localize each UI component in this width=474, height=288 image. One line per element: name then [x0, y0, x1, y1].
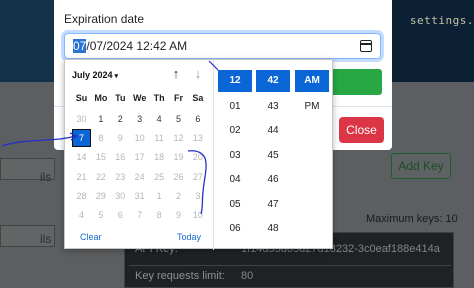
period-column: AM PM	[295, 70, 329, 119]
day-cell[interactable]: 13	[189, 130, 206, 146]
day-cell[interactable]: 20	[189, 149, 206, 165]
day-cell[interactable]: 9	[112, 130, 129, 146]
day-cell[interactable]: 2	[170, 188, 187, 204]
hour-option[interactable]: 03	[218, 144, 252, 169]
weekday-header: Th	[153, 93, 165, 103]
selected-day-cell[interactable]: 7	[72, 129, 91, 148]
day-cell[interactable]: 12	[170, 130, 187, 146]
month-label: July 2024	[72, 70, 113, 80]
minute-option[interactable]: 45	[256, 144, 290, 169]
add-key-button[interactable]: Add Key	[391, 153, 451, 179]
hour-option[interactable]: 05	[218, 193, 252, 218]
day-cell[interactable]: 22	[92, 169, 109, 185]
calendar-panel: July 2024 ▾ ↑ ↓ Clear Today Su Mo Tu We Th Fr S…	[65, 60, 213, 250]
day-cell[interactable]: 4	[151, 111, 168, 127]
day-cell[interactable]: 4	[73, 207, 90, 223]
next-month-arrow-icon[interactable]: ↓	[191, 66, 205, 82]
day-cell[interactable]: 31	[131, 188, 148, 204]
day-cell[interactable]: 7	[131, 207, 148, 223]
weekday-header: Su	[75, 93, 88, 103]
hour-column: 12 01 02 03 04 05 06	[218, 70, 252, 242]
day-cell[interactable]: 21	[73, 169, 90, 185]
day-cell[interactable]: 2	[112, 111, 129, 127]
day-cell[interactable]: 5	[170, 111, 187, 127]
max-keys-text: Maximum keys: 10	[366, 213, 458, 225]
date-input-selected-segment: 07	[73, 39, 87, 53]
left-select-1-label: ils	[40, 170, 52, 184]
day-cell[interactable]: 27	[189, 169, 206, 185]
clear-button[interactable]: Clear	[80, 232, 102, 242]
minute-option[interactable]: 47	[256, 193, 290, 218]
header-text: settings.	[409, 14, 474, 27]
day-cell[interactable]: 30	[112, 188, 129, 204]
day-cell[interactable]: 15	[92, 149, 109, 165]
day-cell[interactable]: 6	[189, 111, 206, 127]
day-cell[interactable]: 3	[131, 111, 148, 127]
requests-limit-value: 80	[241, 270, 254, 282]
day-cell[interactable]: 28	[73, 188, 90, 204]
previous-month-arrow-icon[interactable]: ↑	[169, 66, 183, 82]
hour-option[interactable]: 01	[218, 95, 252, 120]
weekday-header: We	[133, 93, 147, 103]
day-cell[interactable]: 6	[112, 207, 129, 223]
weekday-header: Fr	[174, 93, 183, 103]
day-cell[interactable]: 1	[151, 188, 168, 204]
expiration-date-label: Expiration date	[64, 12, 145, 26]
hour-selected[interactable]: 12	[218, 70, 252, 92]
hour-option[interactable]: 04	[218, 168, 252, 193]
weekday-header: Tu	[115, 93, 126, 103]
month-caret-icon: ▾	[114, 73, 119, 80]
minute-option[interactable]: 48	[256, 217, 290, 242]
minute-column: 42 43 44 45 46 47 48	[256, 70, 290, 242]
minute-option[interactable]: 44	[256, 119, 290, 144]
day-cell[interactable]: 10	[131, 130, 148, 146]
datetime-picker: July 2024 ▾ ↑ ↓ Clear Today Su Mo Tu We Th Fr S…	[64, 59, 333, 250]
day-cell[interactable]: 3	[189, 188, 206, 204]
day-cell[interactable]: 25	[151, 169, 168, 185]
period-option[interactable]: PM	[295, 95, 329, 120]
requests-limit-row: Key requests limit: 80	[129, 265, 451, 287]
day-cell[interactable]: 14	[73, 149, 90, 165]
date-input-rest: /07/2024 12:42 AM	[86, 39, 188, 53]
day-cell[interactable]: 18	[151, 149, 168, 165]
weekday-header: Sa	[192, 93, 204, 103]
day-cell[interactable]: 8	[92, 130, 109, 146]
today-button[interactable]: Today	[177, 232, 201, 242]
day-cell[interactable]: 26	[170, 169, 187, 185]
day-cell[interactable]: 23	[112, 169, 129, 185]
day-cell[interactable]: 1	[92, 111, 109, 127]
hour-option[interactable]: 06	[218, 217, 252, 242]
day-cell[interactable]: 19	[170, 149, 187, 165]
day-cell[interactable]: 16	[112, 149, 129, 165]
day-cell[interactable]: 5	[92, 207, 109, 223]
day-cell[interactable]: 8	[151, 207, 168, 223]
day-cell[interactable]: 10	[189, 207, 206, 223]
calendar-icon[interactable]	[360, 40, 372, 52]
weekday-header: Mo	[94, 93, 108, 103]
day-cell[interactable]: 24	[131, 169, 148, 185]
requests-limit-label: Key requests limit:	[135, 270, 225, 282]
date-input-value: 07/07/2024 12:42 AM	[73, 39, 187, 53]
close-button[interactable]: Close	[339, 117, 384, 143]
day-cell[interactable]: 17	[131, 149, 148, 165]
expiration-date-input[interactable]: 07/07/2024 12:42 AM	[64, 33, 381, 59]
minute-selected[interactable]: 42	[256, 70, 290, 92]
month-selector[interactable]: July 2024 ▾	[72, 70, 118, 80]
left-select-2-label: ils	[40, 232, 52, 246]
day-cell[interactable]: 30	[73, 111, 90, 127]
day-cell[interactable]: 11	[151, 130, 168, 146]
hour-option[interactable]: 02	[218, 119, 252, 144]
minute-option[interactable]: 46	[256, 168, 290, 193]
minute-option[interactable]: 43	[256, 95, 290, 120]
day-cell[interactable]: 29	[92, 188, 109, 204]
header-pattern	[0, 0, 62, 82]
picker-divider	[213, 60, 214, 250]
period-selected[interactable]: AM	[295, 70, 329, 92]
day-cell[interactable]: 9	[170, 207, 187, 223]
